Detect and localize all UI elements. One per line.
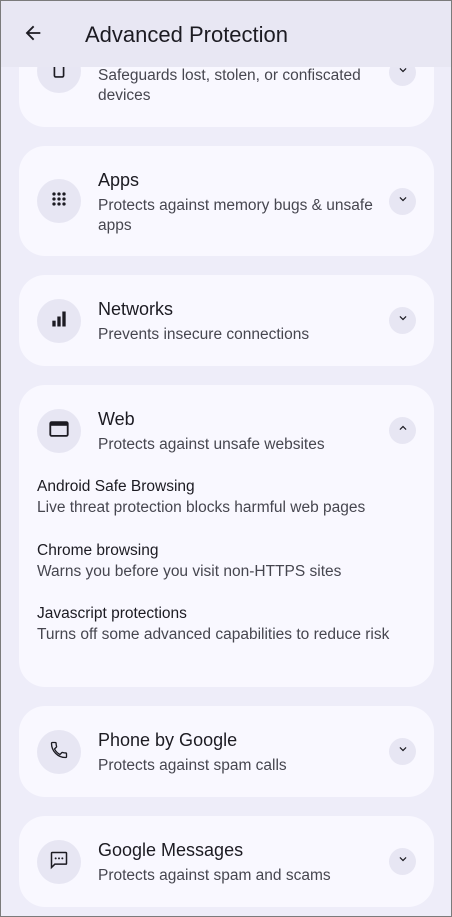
screen: Advanced Protection Safeguards lost, sto… xyxy=(0,0,452,917)
arrow-back-icon xyxy=(22,22,44,49)
phone-card[interactable]: Phone by Google Protects against spam ca… xyxy=(19,706,434,797)
page-title: Advanced Protection xyxy=(85,22,289,47)
apps-grid-icon xyxy=(49,189,69,214)
web-card-title: Web xyxy=(98,409,135,429)
chevron-down-icon xyxy=(396,852,410,871)
networks-icon-circle xyxy=(37,299,81,343)
apps-card-description: Protects against memory bugs & unsafe ap… xyxy=(98,197,373,234)
networks-card[interactable]: Networks Prevents insecure connections xyxy=(19,275,434,366)
phone-icon-circle xyxy=(37,730,81,774)
web-item-title: Javascript protections xyxy=(37,605,187,622)
networks-card-description: Prevents insecure connections xyxy=(98,326,310,343)
web-card-description: Protects against unsafe websites xyxy=(98,436,325,453)
messages-icon-circle xyxy=(37,840,81,884)
web-item-description: Warns you before you visit non-HTTPS sit… xyxy=(37,563,342,580)
apps-card[interactable]: Apps Protects against memory bugs & unsa… xyxy=(19,146,434,256)
message-bubble-icon xyxy=(49,850,69,875)
web-card[interactable]: Web Protects against unsafe websites And… xyxy=(19,385,434,687)
apps-expand-button[interactable] xyxy=(389,188,416,215)
web-item-description: Turns off some advanced capabilities to … xyxy=(37,626,390,643)
phone-card-description: Protects against spam calls xyxy=(98,757,287,774)
messages-card[interactable]: Google Messages Protects against spam an… xyxy=(19,816,434,907)
browser-window-icon xyxy=(48,418,70,445)
phone-handset-icon xyxy=(49,740,69,765)
back-button[interactable] xyxy=(13,15,53,55)
apps-icon-circle xyxy=(37,179,81,223)
web-item-description: Live threat protection blocks harmful we… xyxy=(37,499,366,516)
messages-expand-button[interactable] xyxy=(389,848,416,875)
top-app-bar: Advanced Protection xyxy=(1,1,451,67)
chevron-up-icon xyxy=(396,421,410,440)
web-item-title: Chrome browsing xyxy=(37,542,159,559)
chevron-down-icon xyxy=(396,742,410,761)
signal-bars-icon xyxy=(49,309,69,334)
phone-expand-button[interactable] xyxy=(389,738,416,765)
chevron-down-icon xyxy=(396,311,410,330)
phone-card-title: Phone by Google xyxy=(98,730,238,750)
web-item-title: Android Safe Browsing xyxy=(37,478,195,495)
networks-card-title: Networks xyxy=(98,299,174,319)
chevron-down-icon xyxy=(396,192,410,211)
web-collapse-button[interactable] xyxy=(389,417,416,444)
apps-card-title: Apps xyxy=(98,170,140,190)
messages-card-description: Protects against spam and scams xyxy=(98,867,331,884)
messages-card-title: Google Messages xyxy=(98,840,244,860)
web-icon-circle xyxy=(37,409,81,453)
device-card-description: Safeguards lost, stolen, or confiscated … xyxy=(98,67,361,104)
networks-expand-button[interactable] xyxy=(389,307,416,334)
